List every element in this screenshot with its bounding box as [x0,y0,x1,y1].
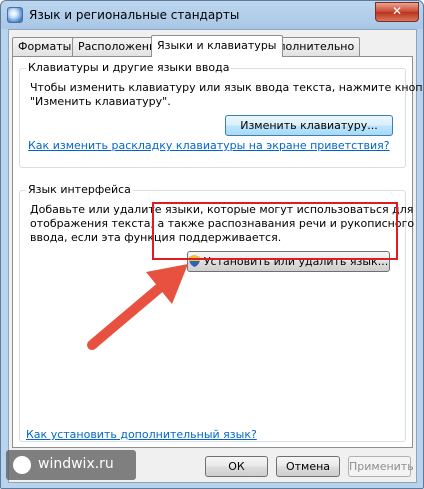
watermark: windwix.ru [6,450,136,480]
watermark-logo-icon [13,456,31,474]
tab-languages-keyboards[interactable]: Языки и клавиатуры [151,35,283,57]
watermark-text: windwix.ru [38,456,114,472]
pointer-arrow-icon [87,264,188,350]
